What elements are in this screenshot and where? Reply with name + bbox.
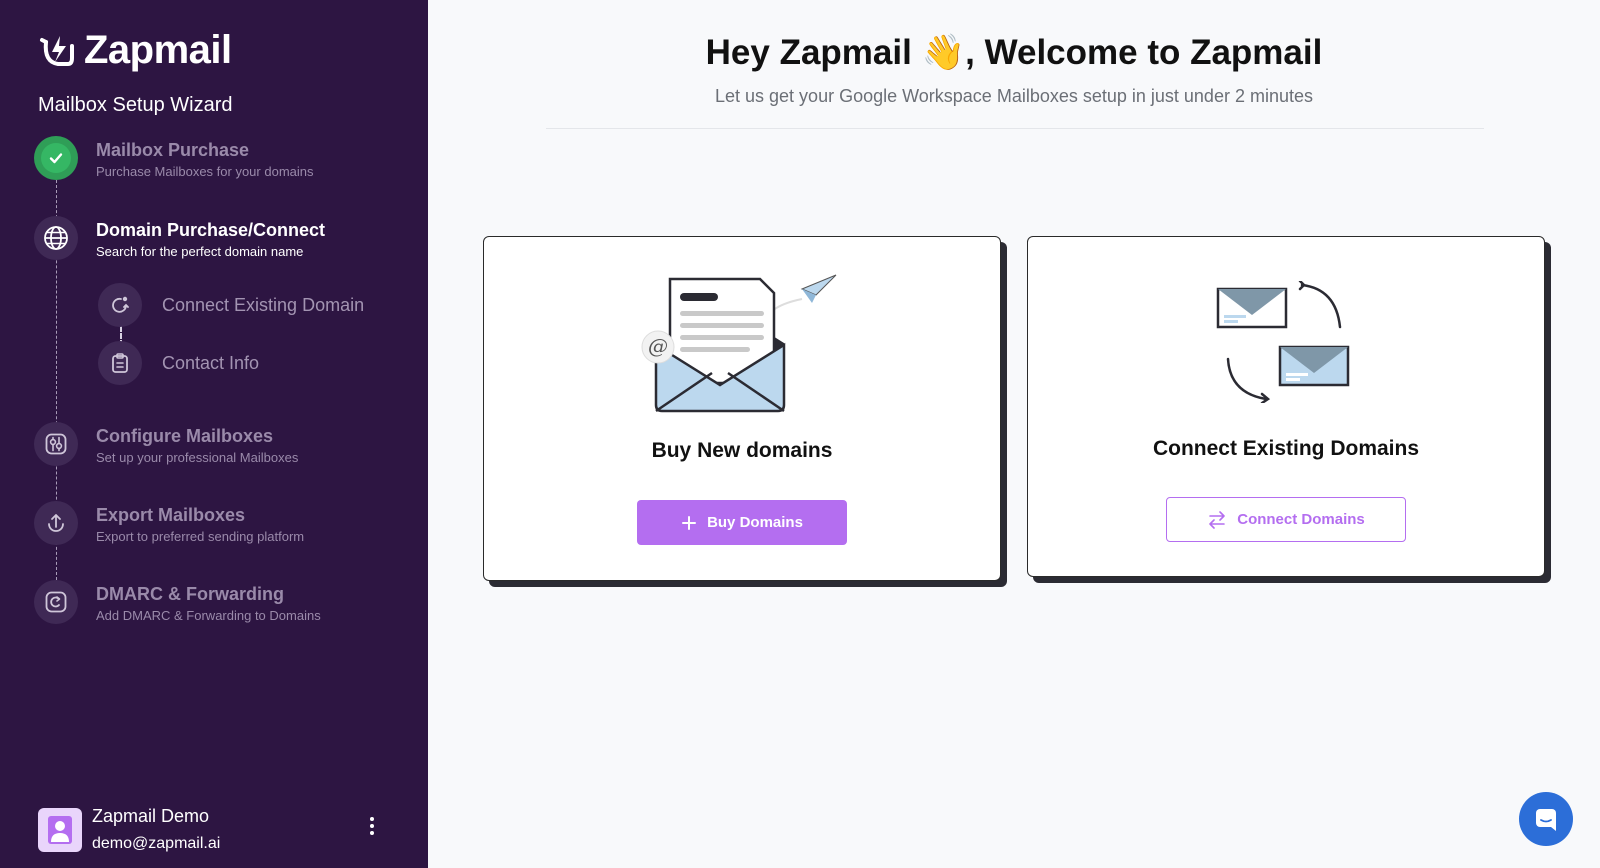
swap-envelopes-icon: [1216, 281, 1350, 403]
step-status-circle: [34, 501, 78, 545]
step-subtitle: Export to preferred sending platform: [96, 529, 305, 544]
user-profile: Zapmail Demo demo@zapmail.ai: [38, 804, 398, 856]
header-divider: [546, 128, 1484, 129]
step-title: Mailbox Purchase: [96, 140, 250, 160]
main-content: Hey Zapmail 👋, Welcome to Zapmail Let us…: [428, 0, 1600, 868]
welcome-subline: Let us get your Google Workspace Mailbox…: [715, 86, 1313, 106]
chat-icon: [1536, 809, 1556, 831]
logo[interactable]: Zapmail: [38, 28, 232, 73]
step-title: Configure Mailboxes: [96, 426, 274, 446]
wizard-title: Mailbox Setup Wizard: [38, 94, 233, 116]
user-avatar-icon: [48, 816, 72, 844]
card-title: Connect Existing Domains: [1152, 437, 1420, 460]
substep-connect-existing-domain[interactable]: Connect Existing Domain: [98, 283, 364, 327]
substep-label: Connect Existing Domain: [162, 294, 365, 315]
buy-domains-button[interactable]: Buy Domains: [637, 500, 847, 545]
substep-label: Contact Info: [162, 352, 260, 373]
logo-text: Zapmail: [84, 28, 232, 72]
buy-domains-card[interactable]: @ Buy New domains Buy Domains: [483, 236, 1001, 581]
illustration: @: [484, 273, 1000, 418]
substep-circle: [98, 283, 142, 327]
step-status-circle: [34, 136, 78, 180]
card-title: Buy New domains: [651, 439, 833, 462]
swap-arrows-icon: [1209, 510, 1226, 529]
step-title: DMARC & Forwarding: [96, 584, 284, 604]
step-subtitle: Purchase Mailboxes for your domains: [96, 164, 314, 179]
connect-domains-card[interactable]: Connect Existing Domains Connect Domains: [1027, 236, 1545, 577]
upload-icon: [48, 514, 64, 532]
step-configure-mailboxes[interactable]: Configure Mailboxes Set up your professi…: [34, 422, 298, 468]
forward-icon: [45, 591, 67, 613]
settings-sliders-icon: [45, 433, 67, 455]
step-subtitle: Set up your professional Mailboxes: [96, 450, 299, 465]
step-mailbox-purchase[interactable]: Mailbox Purchase Purchase Mailboxes for …: [34, 136, 314, 182]
substep-contact-info[interactable]: Contact Info: [98, 341, 259, 385]
step-title: Export Mailboxes: [96, 505, 246, 525]
welcome-headline: Hey Zapmail 👋, Welcome to Zapmail: [705, 33, 1323, 72]
check-icon: [49, 153, 63, 164]
refresh-icon: [112, 296, 129, 313]
svg-text:@: @: [648, 334, 668, 358]
globe-icon: [44, 226, 68, 250]
clipboard-icon: [112, 353, 128, 373]
step-status-circle: [34, 422, 78, 466]
logo-icon: [40, 35, 74, 66]
step-status-circle: [34, 580, 78, 624]
more-options-icon[interactable]: [362, 814, 382, 838]
step-subtitle: Add DMARC & Forwarding to Domains: [96, 608, 321, 623]
step-status-circle: [34, 216, 78, 260]
avatar[interactable]: [38, 808, 82, 852]
button-label: Buy Domains: [707, 514, 803, 531]
chat-support-button[interactable]: [1519, 792, 1573, 846]
user-name: Zapmail Demo: [92, 806, 210, 826]
plus-icon: [682, 515, 697, 530]
illustration: [1028, 281, 1544, 403]
step-subtitle: Search for the perfect domain name: [96, 244, 304, 259]
step-dmarc-forwarding[interactable]: DMARC & Forwarding Add DMARC & Forwardin…: [34, 580, 321, 626]
envelope-letter-icon: @: [641, 274, 837, 413]
step-title: Domain Purchase/Connect: [96, 220, 326, 240]
step-domain-purchase[interactable]: Domain Purchase/Connect Search for the p…: [34, 216, 325, 262]
step-export-mailboxes[interactable]: Export Mailboxes Export to preferred sen…: [34, 501, 304, 547]
user-email: demo@zapmail.ai: [92, 835, 221, 852]
button-label: Connect Domains: [1237, 511, 1365, 528]
connect-domains-button[interactable]: Connect Domains: [1166, 497, 1406, 542]
substep-circle: [98, 341, 142, 385]
sidebar: Zapmail Mailbox Setup Wizard Mailbox Pur…: [0, 0, 428, 868]
